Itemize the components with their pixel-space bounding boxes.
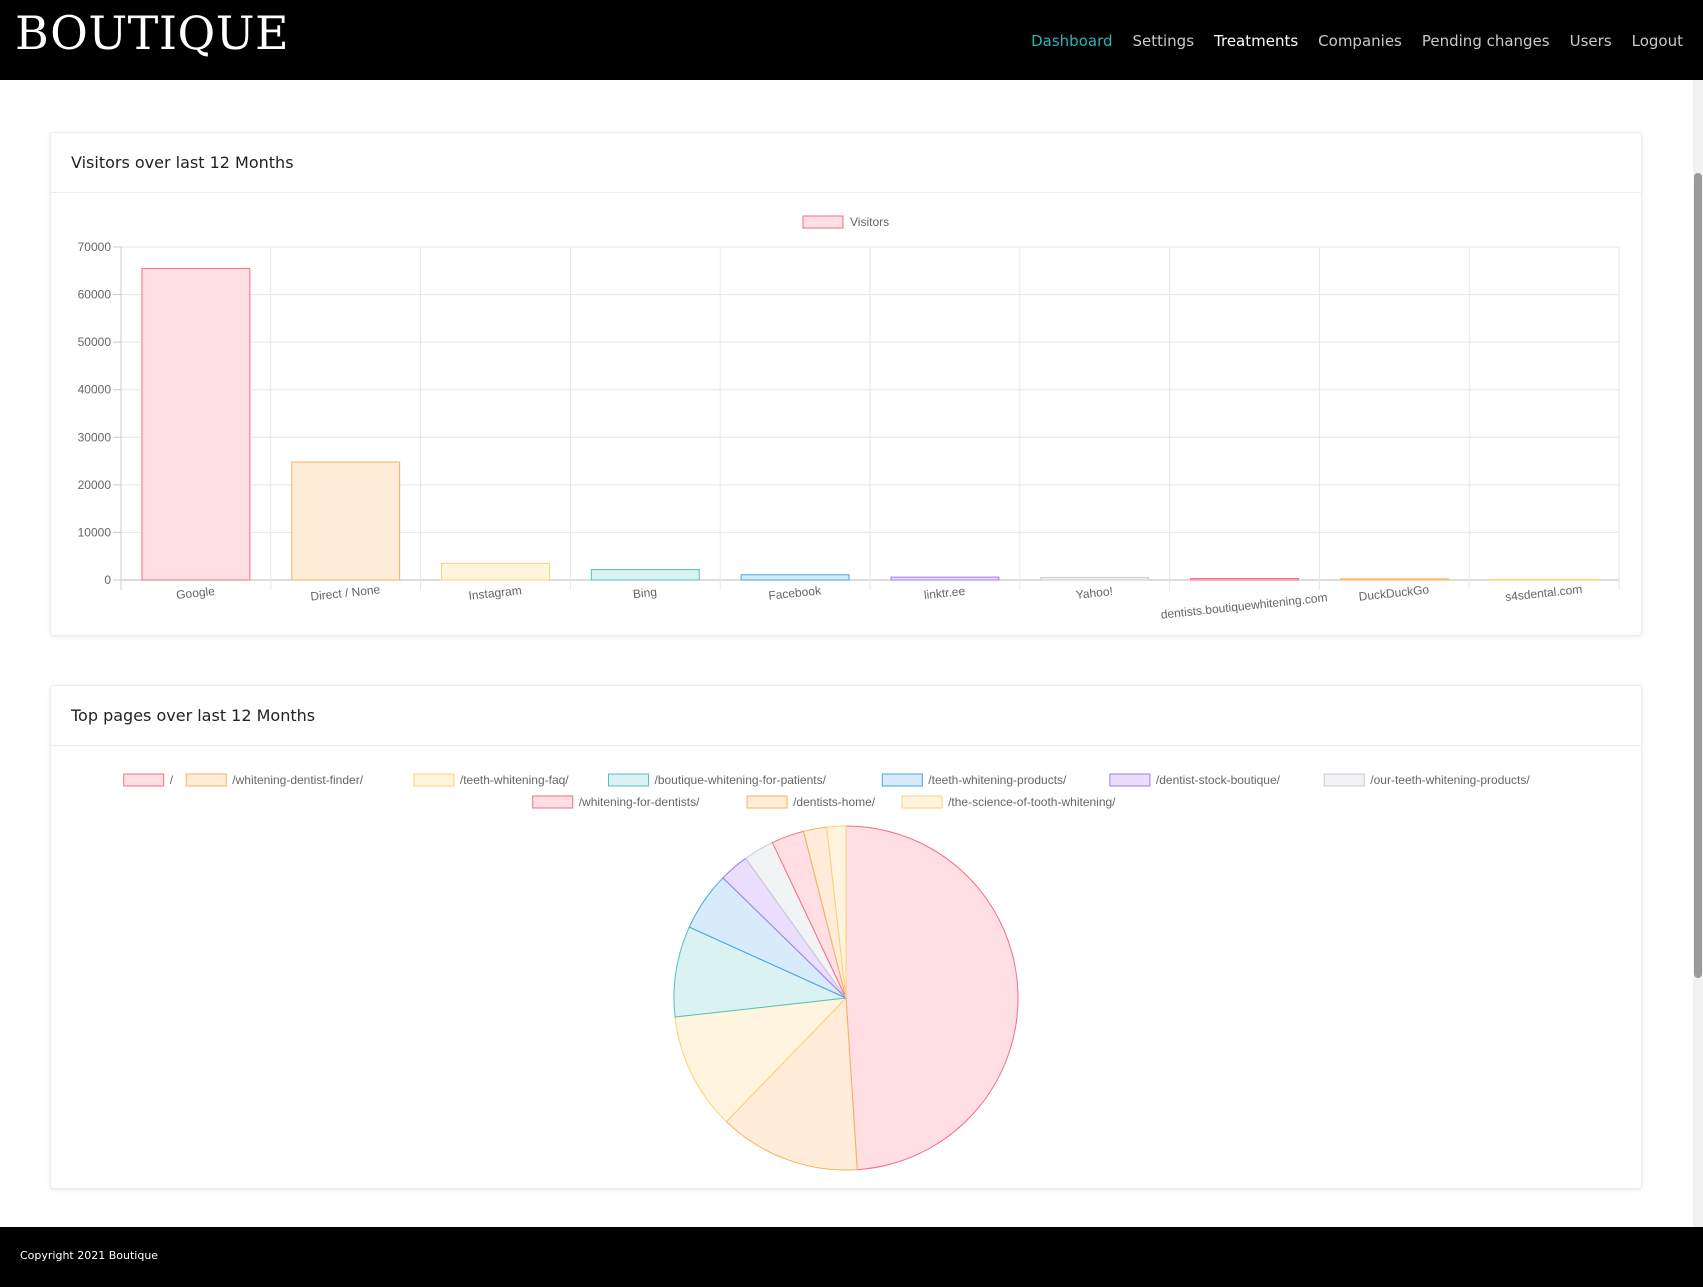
pie-legend: / /whitening-dentist-finder/ /teeth-whiten…: [123, 773, 1530, 809]
legend-label[interactable]: /boutique-whitening-for-patients/: [655, 773, 827, 787]
legend-swatch[interactable]: [1323, 773, 1365, 787]
nav-settings[interactable]: Settings: [1133, 32, 1195, 50]
x-tick-label: s4sdental.com: [1504, 582, 1582, 604]
x-tick-label: Instagram: [468, 583, 523, 603]
bar-s4sdental-com[interactable]: [1489, 578, 1599, 581]
legend-swatch[interactable]: [608, 773, 649, 787]
visitors-bar-chart: Visitors 0 10000 20000 30000 40000 50000 60000 7…: [78, 215, 1620, 622]
legend-label[interactable]: /our-teeth-whitening-products/: [1370, 773, 1530, 787]
y-tick-label: 0: [104, 573, 111, 587]
scrollbar-thumb[interactable]: [1694, 173, 1702, 978]
top-pages-card: Top pages over last 12 Months / /whitenin…: [50, 685, 1642, 1189]
nav-users[interactable]: Users: [1570, 32, 1612, 50]
nav-companies[interactable]: Companies: [1318, 32, 1402, 50]
pie-slice[interactable]: [845, 825, 1019, 1171]
y-tick-label: 70000: [78, 240, 112, 254]
brand-logo[interactable]: BOUTIQUE: [15, 6, 289, 60]
legend-swatch[interactable]: [185, 773, 227, 787]
legend-label[interactable]: /whitening-dentist-finder/: [232, 773, 363, 787]
x-tick-label: Yahoo!: [1075, 584, 1113, 602]
page-scrollbar[interactable]: [1693, 80, 1703, 1227]
bar-bing[interactable]: [590, 569, 700, 581]
bar-legend: Visitors: [802, 215, 889, 229]
legend-label[interactable]: /dentist-stock-boutique/: [1156, 773, 1281, 787]
x-tick-label: DuckDuckGo: [1358, 582, 1430, 603]
y-tick-label: 30000: [78, 430, 112, 444]
visitors-card: Visitors over last 12 Months Visitors 0 10…: [50, 132, 1642, 636]
bar-instagram[interactable]: [441, 562, 550, 581]
top-pages-pie-chart: / /whitening-dentist-finder/ /teeth-whiten…: [123, 773, 1530, 1171]
legend-label-visitors: Visitors: [850, 215, 889, 229]
top-pages-card-title: Top pages over last 12 Months: [51, 686, 1641, 746]
x-tick-label: Facebook: [768, 583, 823, 603]
legend-label[interactable]: /the-science-of-tooth-whitening/: [948, 795, 1116, 809]
y-tick-label: 60000: [78, 288, 112, 302]
nav-dashboard[interactable]: Dashboard: [1031, 32, 1112, 50]
nav-treatments[interactable]: Treatments: [1214, 32, 1298, 50]
legend-swatch[interactable]: [532, 795, 574, 809]
legend-swatch[interactable]: [901, 795, 943, 809]
legend-swatch[interactable]: [746, 795, 788, 809]
y-tick-label: 10000: [78, 525, 112, 539]
y-tick-label: 50000: [78, 335, 112, 349]
top-navbar: BOUTIQUE Dashboard Settings Treatments C…: [0, 0, 1703, 80]
visitors-card-title: Visitors over last 12 Months: [51, 133, 1641, 193]
x-tick-label: Direct / None: [310, 582, 381, 603]
footer-copyright: Copyright 2021 Boutique: [20, 1249, 159, 1262]
legend-label[interactable]: /whitening-for-dentists/: [579, 795, 700, 809]
legend-label[interactable]: /teeth-whitening-products/: [928, 773, 1067, 787]
legend-label[interactable]: /: [170, 773, 174, 787]
legend-swatch[interactable]: [123, 773, 165, 787]
bar-direct-none[interactable]: [291, 461, 401, 581]
bar-facebook[interactable]: [740, 574, 850, 581]
legend-swatch[interactable]: [881, 773, 923, 787]
legend-swatch[interactable]: [413, 773, 455, 787]
x-tick-label: dentists.boutiquewhitening.com: [1160, 590, 1328, 621]
nav-pending-changes[interactable]: Pending changes: [1422, 32, 1550, 50]
bar-google[interactable]: [141, 267, 251, 581]
legend-swatch-visitors: [802, 215, 844, 229]
y-tick-label: 40000: [78, 383, 112, 397]
legend-label[interactable]: /dentists-home/: [793, 795, 876, 809]
footer: Copyright 2021 Boutique: [0, 1227, 1703, 1287]
bar-linktr-ee[interactable]: [890, 576, 1000, 581]
nav-logout[interactable]: Logout: [1632, 32, 1683, 50]
legend-swatch[interactable]: [1109, 773, 1151, 787]
y-tick-label: 20000: [78, 478, 112, 492]
legend-label[interactable]: /teeth-whitening-faq/: [460, 773, 569, 787]
x-tick-label: linktr.ee: [923, 584, 966, 602]
bar-duckduckgo[interactable]: [1339, 578, 1449, 581]
bar-dentists-boutiquewhitening-com[interactable]: [1190, 578, 1299, 581]
bar-yahoo[interactable]: [1040, 577, 1150, 581]
x-tick-label: Bing: [632, 585, 657, 601]
x-tick-label: Google: [176, 584, 216, 602]
main-nav: Dashboard Settings Treatments Companies …: [1031, 32, 1683, 50]
